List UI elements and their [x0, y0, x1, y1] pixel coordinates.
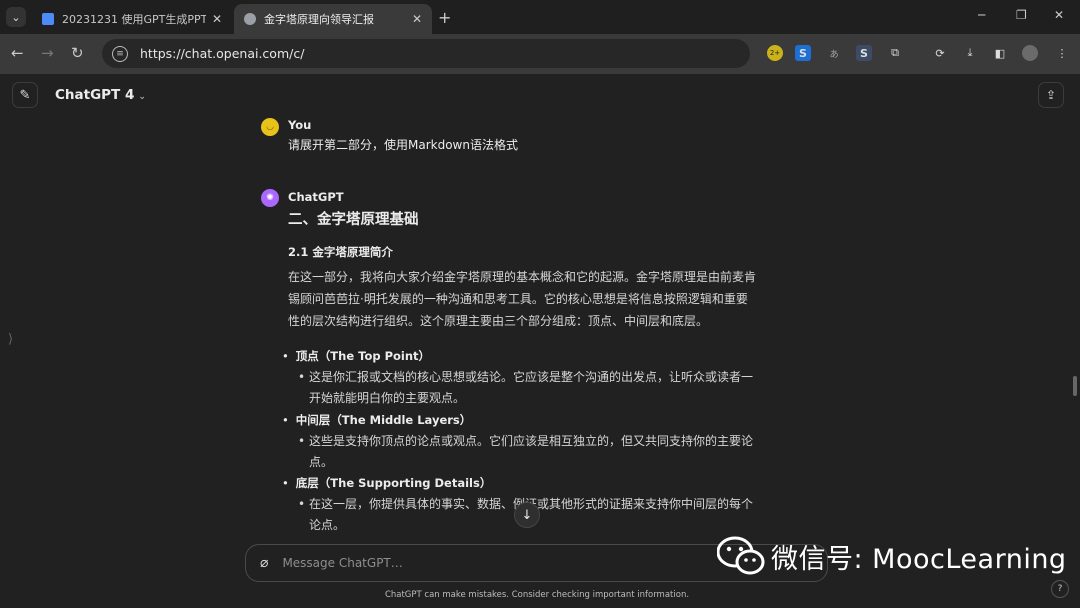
- chatgpt-favicon-icon: [244, 13, 256, 25]
- user-message: 请展开第二部分，使用Markdown语法格式: [288, 138, 518, 152]
- close-tab-icon[interactable]: ✕: [412, 12, 422, 26]
- reload-icon[interactable]: ↻: [71, 44, 84, 62]
- tab-title: 20231231 使用GPT生成PPT课: [62, 13, 206, 26]
- chat-app: ✎ ChatGPT 4 ⌄ ⇪ ⟩ ◡ You 请展开第二部分，使用Markdow…: [0, 74, 1080, 608]
- attach-paperclip-icon[interactable]: ⌀: [260, 555, 268, 571]
- side-panel-icon[interactable]: ◧: [992, 45, 1008, 61]
- bullet-title: 中间层（The Middle Layers）: [282, 412, 471, 428]
- s-extension-2-icon[interactable]: S: [856, 45, 872, 61]
- profile-avatar-icon[interactable]: [1022, 45, 1038, 61]
- s-extension-icon[interactable]: S: [795, 45, 811, 61]
- user-name: You: [288, 118, 312, 132]
- docs-favicon-icon: [42, 13, 54, 25]
- assistant-name: ChatGPT: [288, 190, 344, 204]
- chevron-down-icon: ⌄: [138, 92, 146, 102]
- response-paragraph: 在这一部分，我将向大家介绍金字塔原理的基本概念和它的起源。金字塔原理是由前麦肯锡…: [288, 270, 757, 328]
- performance-icon[interactable]: ⟳: [932, 45, 948, 61]
- model-label: ChatGPT 4: [55, 87, 135, 103]
- close-tab-icon[interactable]: ✕: [212, 12, 222, 26]
- share-upload-icon[interactable]: ⇪: [1038, 82, 1064, 108]
- response-heading: 二、金字塔原理基础: [288, 212, 419, 228]
- download-icon[interactable]: ⤓: [962, 45, 978, 61]
- response-subheading: 2.1 金字塔原理简介: [288, 245, 393, 259]
- tab-ppt-course[interactable]: 20231231 使用GPT生成PPT课 ✕: [32, 4, 232, 34]
- disclaimer-note: ChatGPT can make mistakes. Consider chec…: [384, 590, 690, 600]
- wechat-logo-icon: [716, 536, 765, 576]
- message-input[interactable]: [282, 556, 763, 570]
- menu-kebab-icon[interactable]: ⋮: [1054, 45, 1070, 61]
- wechat-watermark: 微信号: MoocLearning: [716, 536, 1067, 576]
- url-text: https://chat.openai.com/c/: [140, 46, 305, 61]
- translate-extension-icon[interactable]: ぁ: [826, 45, 842, 61]
- back-arrow-icon[interactable]: ←: [11, 44, 24, 62]
- chatgpt-logo-icon: ✺: [261, 189, 279, 207]
- window-close-icon[interactable]: ✕: [1054, 8, 1064, 22]
- bullet-detail: • 这是你汇报或文档的核心思想或结论。它应该是整个沟通的出发点，让听众或读者一开始…: [298, 370, 754, 405]
- new-tab-plus-icon[interactable]: +: [438, 8, 451, 27]
- forward-arrow-icon[interactable]: →: [41, 44, 54, 62]
- user-avatar: ◡: [261, 118, 279, 136]
- scroll-down-arrow-icon[interactable]: ↓: [514, 502, 540, 528]
- bullet-title: 底层（The Supporting Details）: [282, 475, 492, 491]
- sidebar-toggle-handle[interactable]: ⟩: [8, 332, 13, 347]
- tab-search-chevron-icon[interactable]: ⌄: [6, 7, 26, 27]
- tab-title: 金字塔原理向领导汇报: [264, 13, 374, 26]
- puzzle-extensions-icon[interactable]: ⧉: [887, 45, 903, 61]
- scrollbar-thumb[interactable]: [1073, 376, 1077, 396]
- help-question-icon[interactable]: ?: [1051, 580, 1069, 598]
- new-chat-edit-icon[interactable]: ✎: [12, 82, 38, 108]
- browser-toolbar: ← → ↻ ≡ https://chat.openai.com/c/ 2+ S …: [0, 34, 1080, 74]
- site-info-icon[interactable]: ≡: [112, 45, 128, 62]
- tab-pyramid-report[interactable]: 金字塔原理向领导汇报 ✕: [234, 4, 432, 34]
- minimize-icon[interactable]: ─: [978, 8, 985, 22]
- bullet-detail: • 这些是支持你顶点的论点或观点。它们应该是相互独立的，但又共同支持你的主要论点。: [298, 434, 754, 469]
- restore-icon[interactable]: ❐: [1016, 8, 1027, 22]
- address-bar[interactable]: ≡ https://chat.openai.com/c/: [102, 39, 750, 68]
- extension-badge-icon[interactable]: 2+: [767, 45, 783, 61]
- model-selector[interactable]: ChatGPT 4 ⌄: [55, 87, 146, 103]
- browser-tab-strip: ⌄ 20231231 使用GPT生成PPT课 ✕ 金字塔原理向领导汇报 ✕ + …: [0, 0, 1080, 34]
- bullet-title: 顶点（The Top Point）: [282, 348, 430, 364]
- watermark-text: 微信号: MoocLearning: [771, 543, 1067, 575]
